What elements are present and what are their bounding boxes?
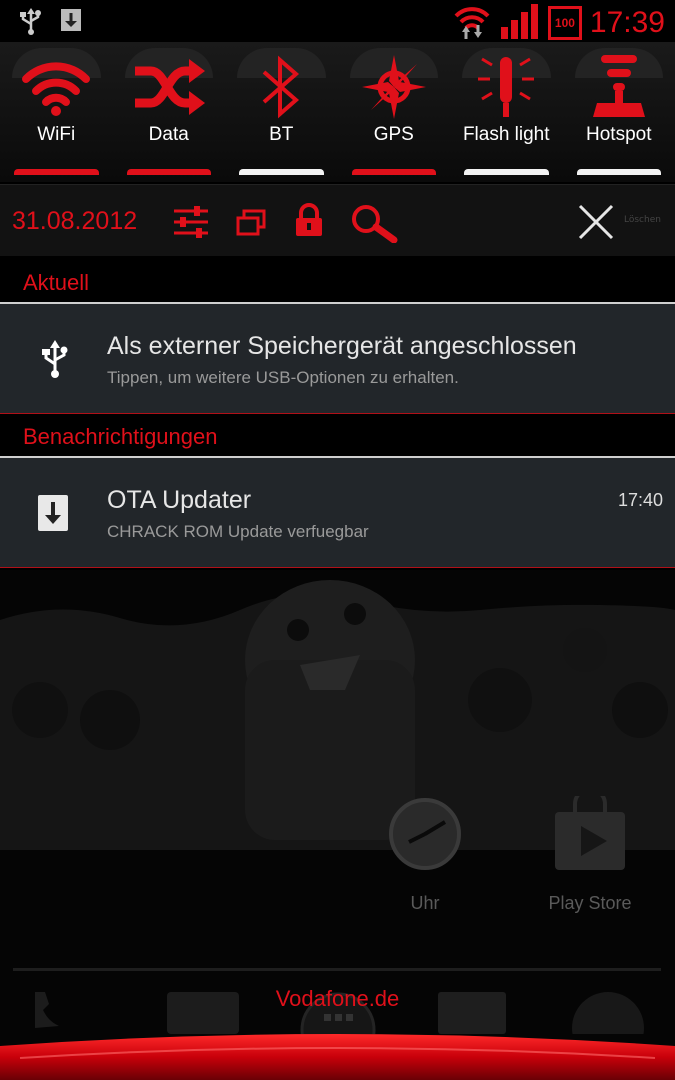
search-icon[interactable] [350,203,398,247]
wifi-signal-icon [452,2,492,44]
settings-sliders-icon[interactable] [172,205,210,243]
toggle-indicator [126,169,211,175]
download-icon [37,494,69,536]
toggle-label: Data [148,124,189,145]
section-title: Benachrichtigungen [23,424,218,449]
status-clock: 17:39 [589,6,665,39]
wifi-icon [22,62,91,116]
notification-subtitle: Tippen, um weitere USB-Optionen zu erhal… [107,368,459,387]
toggle-label: WiFi [37,124,76,145]
notification-title: Als externer Speichergerät angeschlossen [107,332,577,360]
date-label: 31.08.2012 [12,207,138,235]
clear-all-button[interactable] [572,200,620,248]
bluetooth-icon [262,55,300,119]
lock-icon[interactable] [294,203,324,241]
app-label: Play Store [548,893,632,913]
clear-all-label: Löschen [624,215,661,225]
flashlight-icon [478,57,535,117]
status-bar: 100 17:39 [0,0,675,42]
toggle-label: GPS [373,124,414,145]
toggle-bt[interactable]: BT [225,42,338,182]
section-notifications: Benachrichtigungen [0,416,675,458]
recent-apps-icon[interactable] [236,209,266,241]
toggle-gps[interactable]: GPS [338,42,451,182]
usb-icon [18,8,44,40]
quick-toggles: WiFi Data BT GPS Flash light Hotspot [0,42,675,182]
toggle-hotspot[interactable]: Hotspot [563,42,675,182]
toggle-flashlight[interactable]: Flash light [450,42,563,182]
notification-ota-updater[interactable]: OTA Updater CHRACK ROM Update verfuegbar… [0,458,675,568]
carrier-label: Vodafone.de [275,986,400,1011]
toggle-indicator [351,169,436,175]
app-label: Uhr [410,893,440,913]
battery-icon: 100 [547,6,582,40]
download-icon [60,8,82,40]
toggle-data[interactable]: Data [113,42,226,182]
toggle-label: Hotspot [586,124,652,145]
app-play-store[interactable]: Play Store [540,787,640,914]
shuffle-icon [134,59,205,115]
toggle-indicator [239,169,324,175]
section-title: Aktuell [23,270,90,295]
notification-drag-handle[interactable] [0,1028,675,1080]
toggle-indicator [14,169,99,175]
section-ongoing: Aktuell [0,262,675,304]
notification-subtitle: CHRACK ROM Update verfuegbar [107,522,369,541]
usb-icon [40,340,70,384]
play-store-icon [555,787,625,870]
app-uhr[interactable]: Uhr [380,796,470,914]
toggle-label: Flash light [462,124,550,145]
toggle-indicator [464,169,549,175]
dock-divider [13,968,661,971]
notification-usb[interactable]: Als externer Speichergerät angeschlossen… [0,304,675,414]
gps-icon [361,55,426,119]
toggle-wifi[interactable]: WiFi [0,42,113,182]
toggle-label: BT [269,124,294,145]
notification-time: 17:40 [617,490,663,510]
close-icon [578,204,614,240]
toggle-indicator [576,169,661,175]
hotspot-icon [592,55,645,117]
cell-signal-icon [500,3,540,43]
battery-level: 100 [554,16,575,30]
clock-icon [389,798,461,870]
notification-title: OTA Updater [107,486,252,514]
